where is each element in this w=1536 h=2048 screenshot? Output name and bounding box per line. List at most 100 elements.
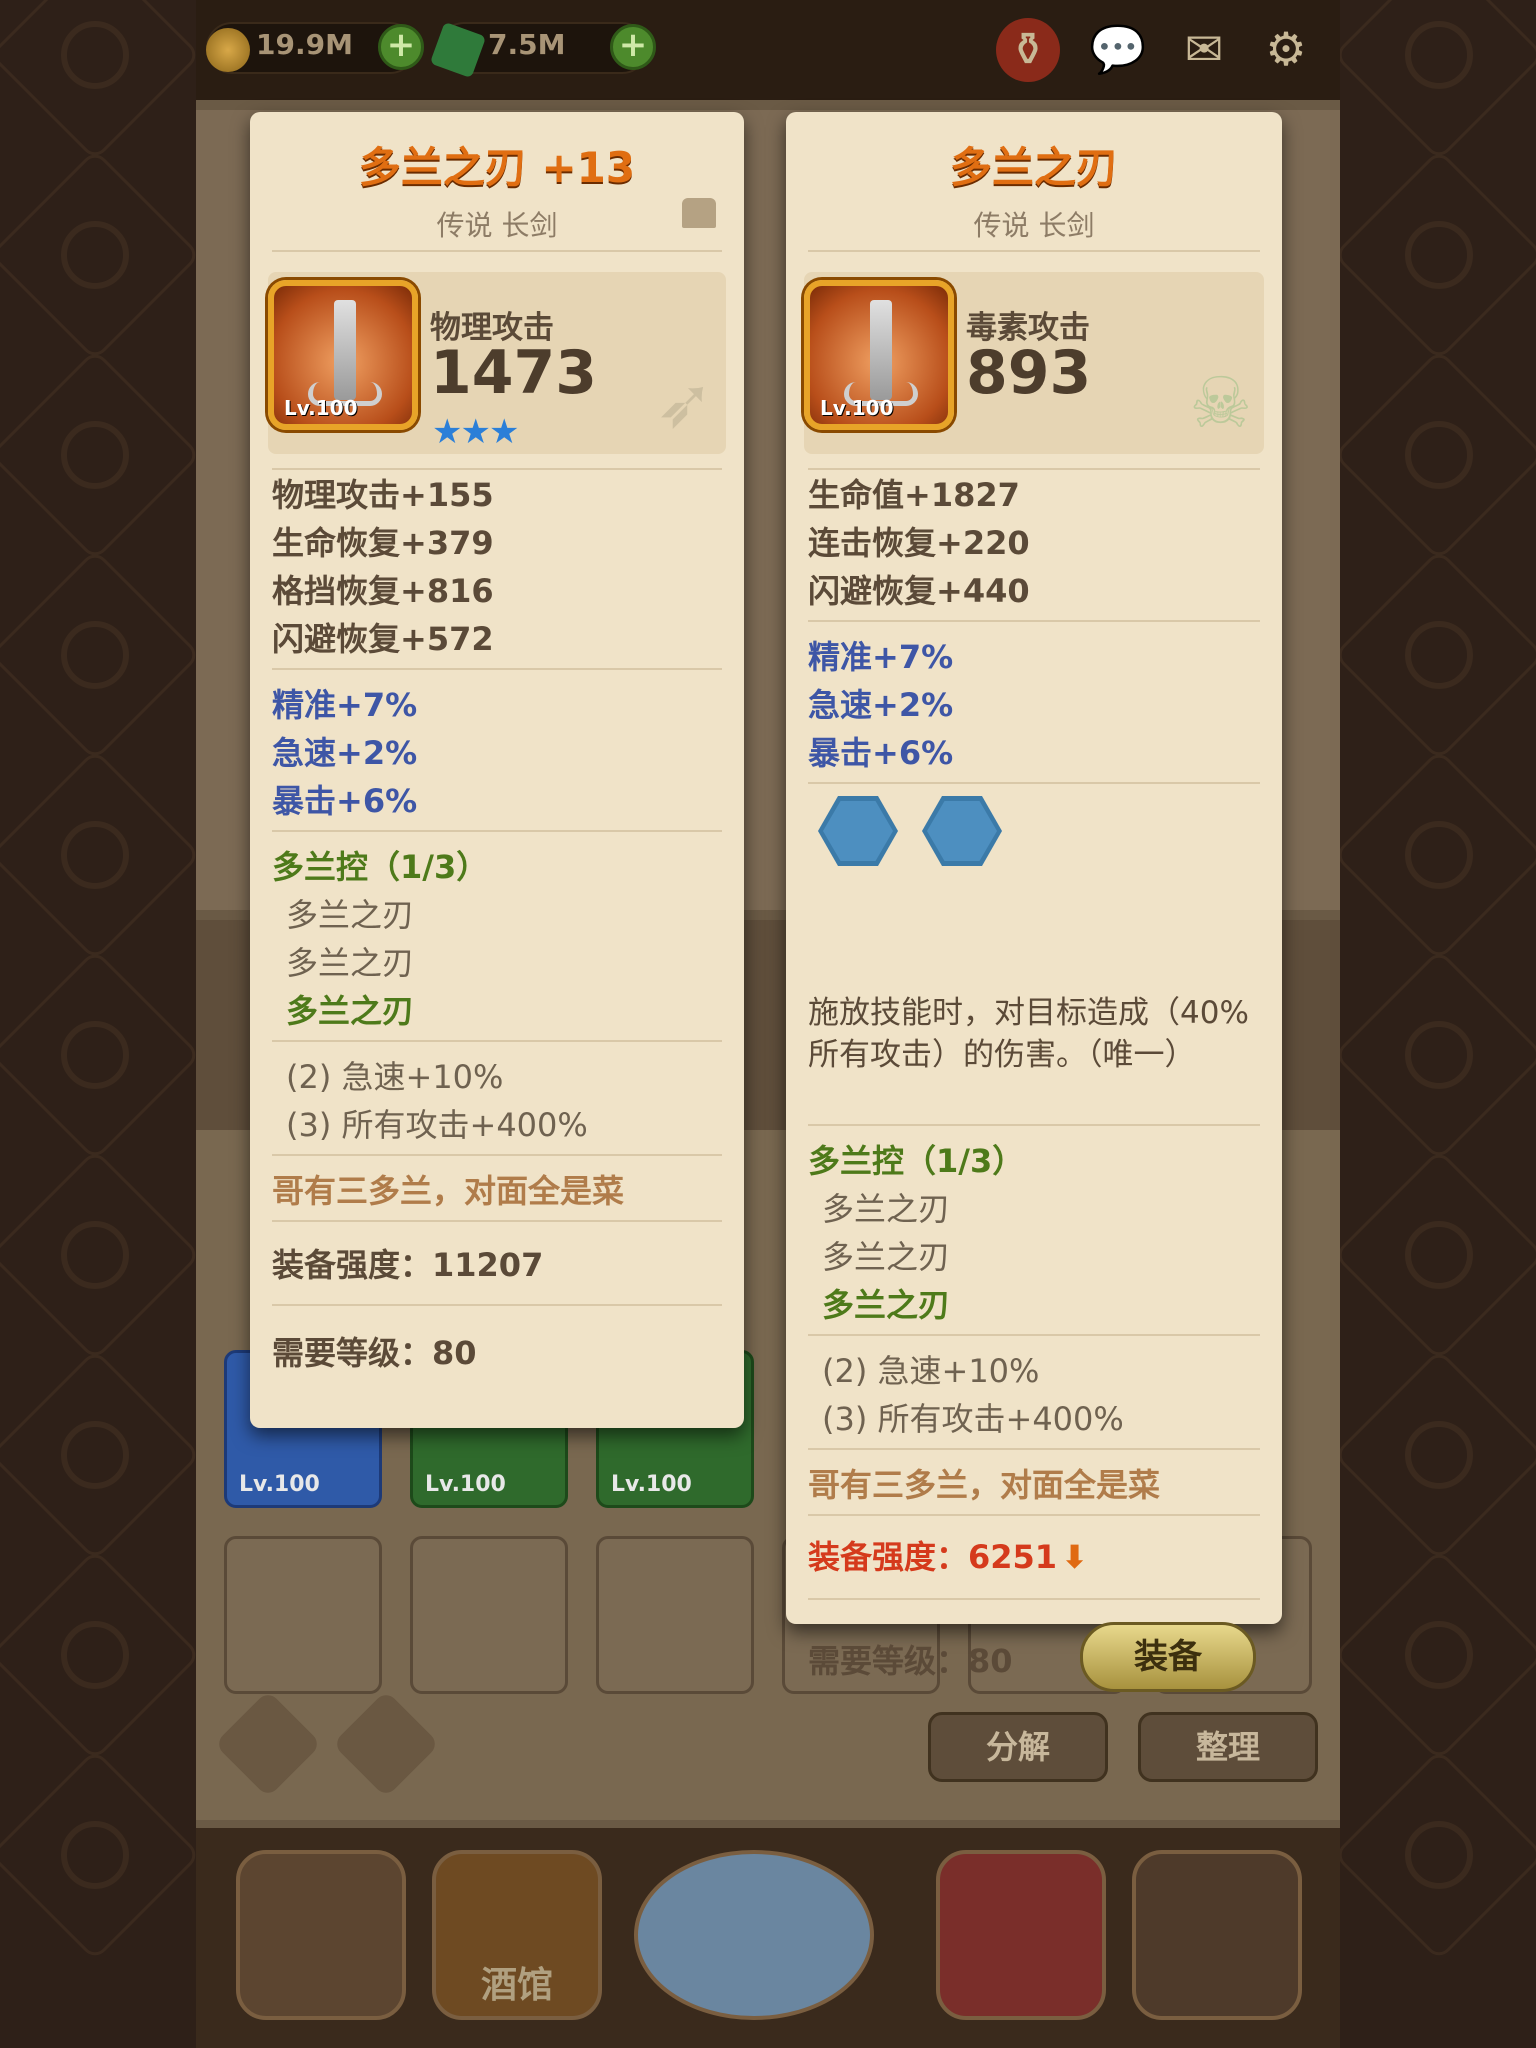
set-bonus: (3) 所有攻击+400% (286, 1106, 588, 1144)
pattern-tile (1332, 148, 1536, 362)
gem-amount: 7.5M (488, 28, 566, 61)
add-gems-button[interactable]: + (610, 24, 656, 70)
pattern-tile (1332, 348, 1536, 562)
pattern-tile (1332, 548, 1536, 762)
divider (272, 250, 722, 252)
gem-socket-icon[interactable] (818, 796, 898, 866)
pattern-tile (1332, 1348, 1536, 1562)
equipment-power: 装备强度：11207 (272, 1246, 544, 1284)
bonus-stat: 精准+7% (808, 638, 954, 676)
pattern-tile (1332, 0, 1536, 162)
nav-adventure-icon[interactable] (634, 1850, 874, 2020)
bonus-stat: 暴击+6% (808, 734, 954, 772)
stat-line: 连击恢复+220 (808, 524, 1030, 562)
nav-forge-icon[interactable] (1132, 1850, 1302, 2020)
item-subtitle: 传说 长剑 (973, 209, 1095, 242)
pattern-tile (0, 0, 202, 162)
inventory-slot-empty[interactable] (410, 1536, 568, 1694)
tavern-label: 酒馆 (480, 1965, 553, 2006)
item-subtitle: 传说 长剑 (436, 209, 558, 242)
chat-icon[interactable]: 💬 (1086, 18, 1150, 82)
stat-line: 生命值+1827 (808, 476, 1020, 514)
item-level: Lv.100 (820, 396, 894, 420)
side-panel-left (0, 0, 202, 2048)
divider (808, 620, 1260, 622)
slot-level: Lv.100 (611, 1472, 692, 1497)
set-title: 多兰控（1/3） (808, 1142, 1025, 1180)
sword-item-icon: Lv.100 (804, 280, 954, 430)
inventory-slot-empty[interactable] (224, 1536, 382, 1694)
equipment-power-row: 装备强度：6251 ⬇ (808, 1532, 1088, 1578)
settings-gear-icon[interactable]: ⚙ (1254, 18, 1318, 82)
divider (808, 1334, 1260, 1336)
divider (808, 1448, 1260, 1450)
top-bar: 19.9M + 7.5M + ⚱ 💬 ✉ ⚙ (196, 0, 1340, 100)
equipped-armor-icon (682, 198, 716, 228)
set-item: 多兰之刃 (822, 1190, 951, 1228)
divider (808, 1514, 1260, 1516)
set-item: 多兰之刃 (286, 896, 415, 934)
organize-button[interactable]: 整理 (1138, 1712, 1318, 1782)
nav-tavern-icon[interactable]: 酒馆 (432, 1850, 602, 2020)
main-stat-value: 1473 (430, 338, 597, 408)
set-title: 多兰控（1/3） (272, 848, 489, 886)
item-tooltip-compare: 多兰之刃 传说 长剑 Lv.100 毒素攻击 893 ☠ 生命值+1827 连击… (786, 112, 1282, 1692)
potion-icon[interactable]: ⚱ (996, 18, 1060, 82)
pattern-tile (0, 148, 202, 362)
divider (808, 250, 1260, 252)
pattern-tile (0, 548, 202, 762)
divider (808, 1124, 1260, 1126)
stat-line: 生命恢复+379 (272, 524, 494, 562)
required-level: 需要等级：80 (272, 1334, 477, 1372)
poison-skull-watermark-icon: ☠ (1189, 362, 1252, 444)
pattern-tile (0, 1748, 202, 1962)
pattern-tile (1332, 1748, 1536, 1962)
equipment-power: 装备强度：6251 (808, 1538, 1058, 1576)
item-level: Lv.100 (284, 396, 358, 420)
skill-description: 施放技能时，对目标造成（40%所有攻击）的伤害。（唯一） (808, 995, 1249, 1073)
set-item: 多兰之刃 (286, 944, 415, 982)
set-bonus: (2) 急速+10% (286, 1058, 504, 1096)
nav-town-icon[interactable] (236, 1850, 406, 2020)
bonus-stat: 暴击+6% (272, 782, 418, 820)
stat-line: 物理攻击+155 (272, 476, 494, 514)
pattern-tile (1332, 748, 1536, 962)
item-title: 多兰之刃 (949, 143, 1118, 192)
required-level: 需要等级：80 (808, 1642, 1013, 1680)
inventory-slot-empty[interactable] (596, 1536, 754, 1694)
mail-icon[interactable]: ✉ (1172, 18, 1236, 82)
stat-line: 闪避恢复+572 (272, 620, 494, 658)
decompose-button[interactable]: 分解 (928, 1712, 1108, 1782)
main-stat-value: 893 (966, 338, 1092, 408)
set-bonus: (3) 所有攻击+400% (822, 1400, 1124, 1438)
star-rating: ★★★ (432, 412, 519, 452)
divider (272, 1304, 722, 1306)
pattern-tile (0, 1548, 202, 1762)
game-screen: 19.9M + 7.5M + ⚱ 💬 ✉ ⚙ Lv.100 Lv.100 Lv.… (196, 0, 1340, 2048)
bonus-stat: 急速+2% (272, 734, 418, 772)
set-item: 多兰之刃 (822, 1238, 951, 1276)
pattern-tile (1332, 948, 1536, 1162)
item-tooltip-equipped: 多兰之刃 +13 传说 长剑 Lv.100 物理攻击 1473 ★★★ ➶ 物理… (250, 112, 744, 1428)
pattern-tile (0, 948, 202, 1162)
bonus-stat: 精准+7% (272, 686, 418, 724)
equip-button[interactable]: 装备 (1080, 1622, 1256, 1692)
pattern-tile (1332, 1548, 1536, 1762)
add-gold-button[interactable]: + (378, 24, 424, 70)
divider (808, 782, 1260, 784)
flavor-text: 哥有三多兰，对面全是菜 (808, 1466, 1161, 1504)
gold-amount: 19.9M (256, 28, 353, 61)
item-title: 多兰之刃 +13 (358, 143, 636, 192)
flavor-text: 哥有三多兰，对面全是菜 (272, 1172, 625, 1210)
divider (272, 1040, 722, 1042)
physical-attack-watermark-icon: ➶ (655, 362, 714, 444)
divider (272, 1220, 722, 1222)
pattern-tile (0, 748, 202, 962)
divider (272, 1154, 722, 1156)
set-item-owned: 多兰之刃 (822, 1286, 951, 1324)
power-decrease-arrow-icon: ⬇ (1061, 1538, 1088, 1576)
pattern-tile (1332, 1148, 1536, 1362)
nav-hero-icon[interactable] (936, 1850, 1106, 2020)
gem-socket-icon[interactable] (922, 796, 1002, 866)
bonus-stat: 急速+2% (808, 686, 954, 724)
